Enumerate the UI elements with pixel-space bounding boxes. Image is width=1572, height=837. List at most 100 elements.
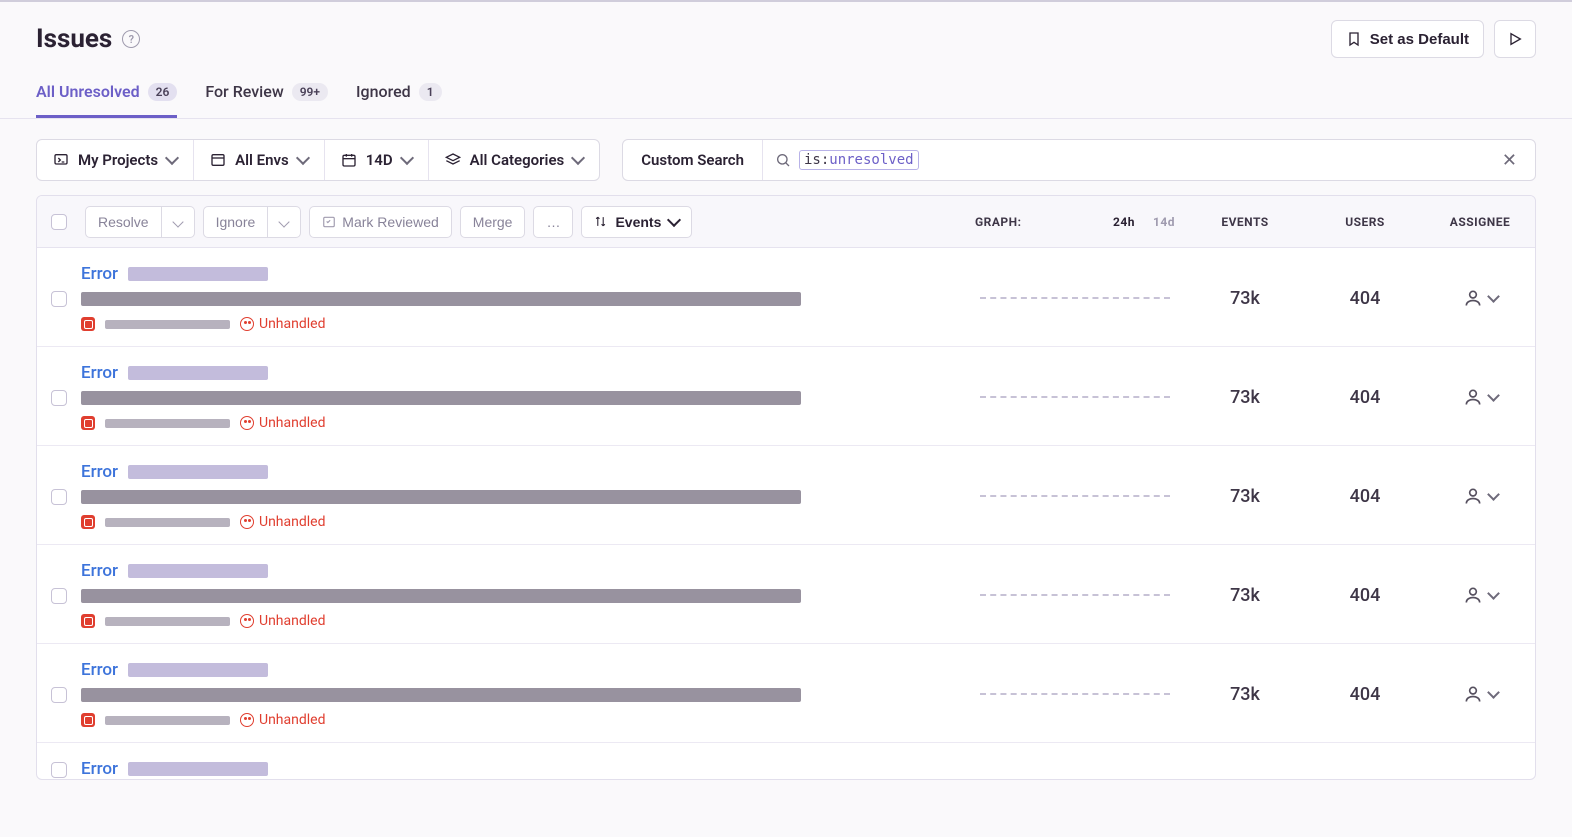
skull-icon — [240, 416, 254, 430]
table-row[interactable]: Error Unhandled 73k 404 — [37, 446, 1535, 545]
filter-projects[interactable]: My Projects — [37, 140, 193, 180]
events-count: 73k — [1185, 387, 1305, 408]
person-icon — [1463, 288, 1483, 308]
tab-count-badge: 1 — [419, 83, 442, 101]
search-input[interactable] — [927, 152, 1488, 168]
more-actions-button[interactable]: … — [533, 206, 573, 238]
users-header: USERS — [1305, 215, 1425, 229]
table-row[interactable]: Error Unhandled 73k 404 — [37, 248, 1535, 347]
table-header: Resolve Ignore Mark Reviewed Merge … Eve… — [37, 196, 1535, 248]
table-row[interactable]: Error Unhandled 73k 404 — [37, 545, 1535, 644]
tab-all-unresolved[interactable]: All Unresolved26 — [36, 82, 177, 118]
tab-ignored[interactable]: Ignored 1 — [356, 82, 442, 118]
skull-icon — [240, 317, 254, 331]
issue-description — [81, 589, 801, 603]
filter-categories-label: All Categories — [470, 151, 565, 169]
issue-summary: Error Unhandled — [81, 363, 965, 431]
assignee-picker[interactable] — [1425, 387, 1535, 407]
issue-summary: Error Unhandled — [81, 264, 965, 332]
row-checkbox[interactable] — [51, 588, 67, 604]
users-count: 404 — [1305, 684, 1425, 705]
person-icon — [1463, 486, 1483, 506]
assignee-picker[interactable] — [1425, 684, 1535, 704]
project-icon — [53, 152, 69, 168]
unhandled-tag: Unhandled — [240, 613, 326, 629]
tab-label: For Review — [205, 82, 283, 101]
checklist-icon — [322, 215, 336, 229]
events-count: 73k — [1185, 486, 1305, 507]
project-badge-icon — [81, 713, 95, 727]
graph-range-14d[interactable]: 14d — [1153, 215, 1175, 229]
graph-header: GRAPH: 24h 14d — [965, 215, 1185, 229]
chevron-down-icon — [571, 151, 585, 165]
ignore-button[interactable]: Ignore — [203, 206, 269, 238]
table-row[interactable]: Error Unhandled 73k 404 — [37, 644, 1535, 743]
bulk-actions: Resolve Ignore Mark Reviewed Merge … Eve… — [81, 206, 965, 238]
events-count: 73k — [1185, 288, 1305, 309]
skull-icon — [240, 713, 254, 727]
row-checkbox[interactable] — [51, 291, 67, 307]
redacted-text — [128, 267, 268, 281]
set-default-label: Set as Default — [1370, 31, 1469, 48]
issue-title[interactable]: Error — [81, 759, 118, 779]
resolve-more-button[interactable] — [162, 206, 195, 238]
project-badge-icon — [81, 416, 95, 430]
issue-description — [81, 292, 801, 306]
issue-title[interactable]: Error — [81, 363, 118, 383]
sparkline — [965, 693, 1185, 695]
issue-title[interactable]: Error — [81, 660, 118, 680]
ignore-more-button[interactable] — [268, 206, 301, 238]
issue-title[interactable]: Error — [81, 462, 118, 482]
issue-summary: Error Unhandled — [81, 561, 965, 629]
issue-description — [81, 391, 801, 405]
window-icon — [210, 152, 226, 168]
play-button[interactable] — [1494, 20, 1536, 58]
help-icon[interactable]: ? — [122, 30, 140, 48]
unhandled-tag: Unhandled — [240, 712, 326, 728]
clear-search-icon[interactable]: ✕ — [1496, 150, 1523, 171]
filter-segments: My Projects All Envs 14D All Categories — [36, 139, 600, 181]
sort-icon — [594, 215, 607, 228]
sort-button[interactable]: Events — [581, 206, 692, 238]
row-checkbox[interactable] — [51, 390, 67, 406]
filter-bar: My Projects All Envs 14D All Categories … — [0, 119, 1572, 195]
events-header: EVENTS — [1185, 215, 1305, 229]
issue-title[interactable]: Error — [81, 561, 118, 581]
tab-count-badge: 26 — [148, 83, 178, 101]
row-checkbox[interactable] — [51, 762, 67, 778]
chevron-down-icon — [165, 151, 179, 165]
search-query-token[interactable]: is:unresolved — [799, 150, 919, 170]
row-checkbox[interactable] — [51, 489, 67, 505]
assignee-picker[interactable] — [1425, 486, 1535, 506]
redacted-text — [128, 762, 268, 776]
chevron-down-icon — [667, 212, 681, 226]
users-count: 404 — [1305, 288, 1425, 309]
filter-time[interactable]: 14D — [324, 140, 428, 180]
tab-label: Ignored — [356, 82, 411, 101]
redacted-text — [105, 716, 230, 725]
table-row[interactable]: Error Unhandled 73k 404 — [37, 347, 1535, 446]
issue-summary: Error — [81, 759, 965, 779]
set-default-button[interactable]: Set as Default — [1331, 20, 1484, 58]
assignee-picker[interactable] — [1425, 288, 1535, 308]
filter-envs[interactable]: All Envs — [193, 140, 324, 180]
row-checkbox[interactable] — [51, 687, 67, 703]
events-count: 73k — [1185, 684, 1305, 705]
merge-button[interactable]: Merge — [460, 206, 526, 238]
custom-search-label[interactable]: Custom Search — [623, 140, 763, 180]
skull-icon — [240, 515, 254, 529]
issue-title[interactable]: Error — [81, 264, 118, 284]
resolve-button[interactable]: Resolve — [85, 206, 162, 238]
issue-description — [81, 688, 801, 702]
select-all-checkbox[interactable] — [51, 214, 67, 230]
search-bar: Custom Search is:unresolved ✕ — [622, 139, 1536, 181]
table-row[interactable]: Error — [37, 743, 1535, 779]
graph-range-24h[interactable]: 24h — [1113, 215, 1135, 229]
users-count: 404 — [1305, 585, 1425, 606]
tab-for-review[interactable]: For Review99+ — [205, 82, 328, 118]
assignee-picker[interactable] — [1425, 585, 1535, 605]
redacted-text — [128, 663, 268, 677]
filter-categories[interactable]: All Categories — [428, 140, 600, 180]
issue-summary: Error Unhandled — [81, 660, 965, 728]
mark-reviewed-button[interactable]: Mark Reviewed — [309, 206, 451, 238]
